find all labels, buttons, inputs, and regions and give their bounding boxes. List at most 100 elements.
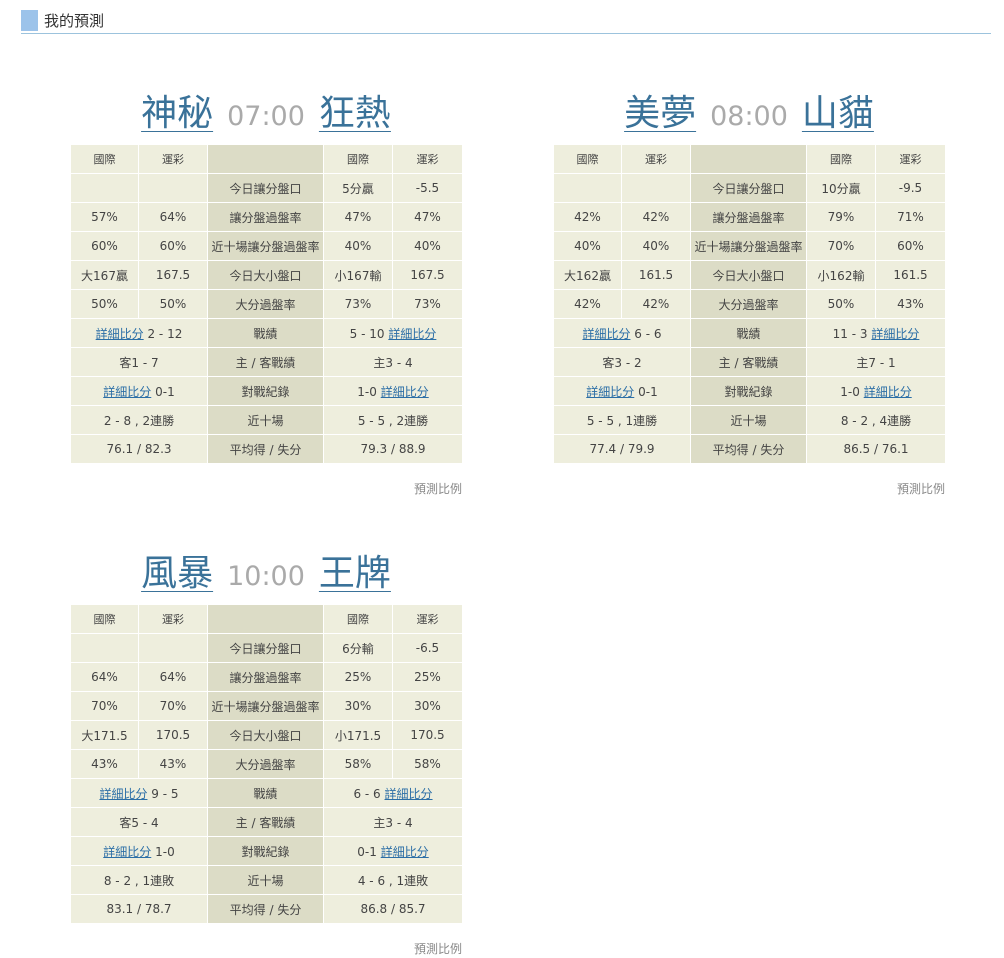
right-last10: 5 - 5 , 2連勝: [357, 413, 429, 428]
away-team-link[interactable]: 狂熱: [319, 93, 391, 134]
detail-score-link[interactable]: 詳細比分: [99, 787, 147, 801]
left-sport-value: 50%: [138, 289, 208, 319]
matchup-header: 美夢 08:00 山貓: [553, 86, 945, 142]
row-label: 平均得 / 失分: [207, 434, 324, 464]
right-sport-value: 58%: [392, 749, 463, 779]
row-label: 戰績: [207, 318, 324, 348]
detail-score-link[interactable]: 詳細比分: [586, 385, 634, 399]
right-avg: 86.8 / 85.7: [360, 902, 426, 916]
table-row: 42% 42% 大分過盤率 50% 43%: [553, 289, 946, 319]
right-sport-value: 73%: [392, 289, 463, 319]
row-label: 近十場讓分盤過盤率: [207, 231, 324, 261]
table-row: 詳細比分 6 - 6 戰績 11 - 3 詳細比分: [553, 318, 946, 348]
away-team-link[interactable]: 王牌: [319, 553, 391, 594]
row-label: 讓分盤過盤率: [690, 202, 807, 232]
left-sport-value: [621, 173, 691, 203]
left-avg-cell: 77.4 / 79.9: [553, 434, 691, 464]
col-intl-left: 國際: [553, 144, 622, 174]
right-avg: 86.5 / 76.1: [843, 442, 909, 456]
left-record: 2 - 12: [147, 326, 183, 341]
prediction-ratio-link[interactable]: 預測比例: [414, 480, 462, 497]
left-intl-value: 50%: [70, 289, 139, 319]
right-avg-cell: 86.5 / 76.1: [806, 434, 946, 464]
left-record-cell: 詳細比分 2 - 12: [70, 318, 208, 348]
right-sport-value: 47%: [392, 202, 463, 232]
row-label: 主 / 客戰績: [207, 347, 324, 377]
left-sport-value: 167.5: [138, 260, 208, 290]
right-sport-value: 71%: [875, 202, 946, 232]
matchup-header: 風暴 10:00 王牌: [70, 546, 462, 602]
left-avg: 83.1 / 78.7: [106, 902, 172, 916]
col-sport-left: 運彩: [138, 144, 208, 174]
detail-score-link[interactable]: 詳細比分: [871, 327, 919, 341]
table-row: 詳細比分 9 - 5 戰績 6 - 6 詳細比分: [70, 778, 463, 808]
row-label: 戰績: [690, 318, 807, 348]
match-card: 神秘 07:00 狂熱 國際 運彩 國際 運彩 今日讓分盤口 5分贏 -5.5 57% 64% 讓分盤過…: [70, 86, 463, 497]
left-h2h: 0-1: [155, 384, 175, 399]
col-mid-blank: [207, 604, 324, 634]
detail-score-link[interactable]: 詳細比分: [103, 385, 151, 399]
row-label: 對戰紀錄: [207, 376, 324, 406]
right-intl-value: 58%: [323, 749, 393, 779]
left-h2h: 1-0: [155, 844, 175, 859]
home-team-link[interactable]: 美夢: [624, 93, 696, 134]
left-last10-cell: 8 - 2 , 1連敗: [70, 865, 208, 895]
left-sport-value: 64%: [138, 202, 208, 232]
table-row: 今日讓分盤口 10分贏 -9.5: [553, 173, 946, 203]
left-sport-value: 161.5: [621, 260, 691, 290]
right-sport-value: -6.5: [392, 633, 463, 663]
table-header-row: 國際 運彩 國際 運彩: [70, 604, 463, 634]
detail-score-link[interactable]: 詳細比分: [864, 385, 912, 399]
right-intl-value: 47%: [323, 202, 393, 232]
left-sport-value: 170.5: [138, 720, 208, 750]
row-label: 平均得 / 失分: [207, 894, 324, 924]
right-record-cell: 5 - 10 詳細比分: [323, 318, 463, 348]
table-row: 詳細比分 0-1 對戰紀錄 1-0 詳細比分: [553, 376, 946, 406]
left-intl-value: 43%: [70, 749, 139, 779]
left-avg-cell: 83.1 / 78.7: [70, 894, 208, 924]
table-row: 64% 64% 讓分盤過盤率 25% 25%: [70, 662, 463, 692]
row-label: 今日大小盤口: [207, 260, 324, 290]
row-label: 今日讓分盤口: [690, 173, 807, 203]
left-intl-value: 57%: [70, 202, 139, 232]
away-team-link[interactable]: 山貓: [802, 93, 874, 134]
left-h2h-cell: 詳細比分 1-0: [70, 836, 208, 866]
table-row: 客3 - 2 主 / 客戰績 主7 - 1: [553, 347, 946, 377]
left-record-cell: 詳細比分 9 - 5: [70, 778, 208, 808]
match-time: 07:00: [227, 101, 305, 132]
detail-score-link[interactable]: 詳細比分: [385, 787, 433, 801]
right-intl-value: 70%: [806, 231, 876, 261]
home-team-link[interactable]: 神秘: [141, 93, 213, 134]
left-intl-value: 42%: [553, 289, 622, 319]
detail-score-link[interactable]: 詳細比分: [103, 845, 151, 859]
row-label: 讓分盤過盤率: [207, 202, 324, 232]
right-sport-value: 161.5: [875, 260, 946, 290]
row-label: 戰績: [207, 778, 324, 808]
left-intl-value: 大167贏: [70, 260, 139, 290]
prediction-ratio-link[interactable]: 預測比例: [897, 480, 945, 497]
table-row: 大171.5 170.5 今日大小盤口 小171.5 170.5: [70, 720, 463, 750]
col-intl-left: 國際: [70, 604, 139, 634]
detail-score-link[interactable]: 詳細比分: [388, 327, 436, 341]
table-row: 詳細比分 0-1 對戰紀錄 1-0 詳細比分: [70, 376, 463, 406]
right-record: 11 - 3: [832, 326, 868, 341]
detail-score-link[interactable]: 詳細比分: [582, 327, 630, 341]
table-row: 8 - 2 , 1連敗 近十場 4 - 6 , 1連敗: [70, 865, 463, 895]
detail-score-link[interactable]: 詳細比分: [96, 327, 144, 341]
right-sport-value: 30%: [392, 691, 463, 721]
section-accent-bar: [21, 10, 38, 31]
detail-score-link[interactable]: 詳細比分: [381, 385, 429, 399]
table-header-row: 國際 運彩 國際 運彩: [553, 144, 946, 174]
left-sport-value: [138, 173, 208, 203]
right-h2h: 1-0: [840, 384, 860, 399]
left-h2h: 0-1: [638, 384, 658, 399]
right-intl-value: 小171.5: [323, 720, 393, 750]
row-label: 主 / 客戰績: [690, 347, 807, 377]
home-team-link[interactable]: 風暴: [141, 553, 213, 594]
left-avg: 77.4 / 79.9: [589, 442, 655, 456]
row-label: 對戰紀錄: [690, 376, 807, 406]
prediction-ratio-link[interactable]: 預測比例: [414, 940, 462, 957]
row-label: 大分過盤率: [690, 289, 807, 319]
table-row: 詳細比分 1-0 對戰紀錄 0-1 詳細比分: [70, 836, 463, 866]
detail-score-link[interactable]: 詳細比分: [381, 845, 429, 859]
